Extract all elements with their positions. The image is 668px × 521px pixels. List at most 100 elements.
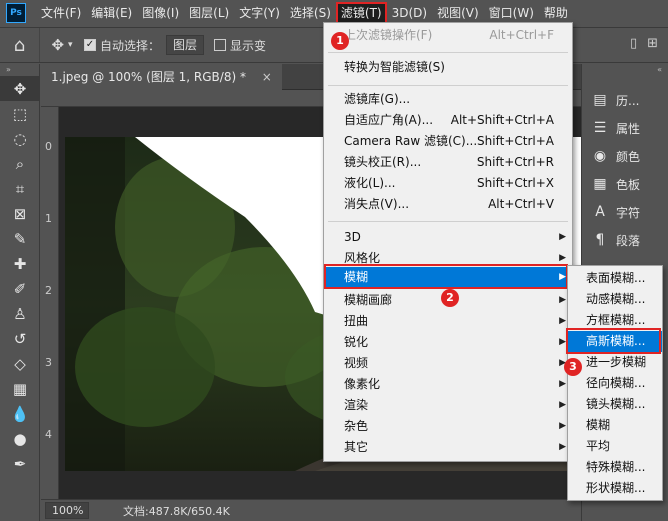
align-right-icon[interactable]: ▯ <box>630 36 637 51</box>
menu-item-label: 杂色 <box>344 419 369 433</box>
auto-select-label: 自动选择： <box>100 38 161 53</box>
menu-item-last-filter[interactable]: 上次滤镜操作(F) Alt+Ctrl+F <box>324 25 572 46</box>
auto-select-dropdown[interactable]: 图层 <box>166 35 205 55</box>
menu-filter[interactable]: 滤镜(T) <box>335 2 387 24</box>
collapse-panels-icon[interactable]: « <box>657 65 662 74</box>
menu-layer[interactable]: 图层(L) <box>184 2 234 24</box>
healing-brush-icon[interactable]: ✚ <box>0 251 40 276</box>
blur-tool-icon[interactable]: 💧 <box>0 401 40 426</box>
menu-window[interactable]: 窗口(W) <box>484 2 539 24</box>
document-size: 文档:487.8K/650.4K <box>123 505 230 518</box>
eraser-tool-icon[interactable]: ◇ <box>0 351 40 376</box>
menu-image[interactable]: 图像(I) <box>137 2 184 24</box>
menu-item-label: 像素化 <box>344 377 381 391</box>
menu-item-video[interactable]: 视频 ▶ <box>324 353 572 374</box>
submenu-item-blur[interactable]: 模糊 <box>568 415 662 436</box>
menu-item-vanishing-point[interactable]: 消失点(V)... Alt+Ctrl+V <box>324 194 572 215</box>
menu-type[interactable]: 文字(Y) <box>234 2 285 24</box>
menu-3d[interactable]: 3D(D) <box>387 2 432 24</box>
menu-item-convert-smart-filter[interactable]: 转换为智能滤镜(S) <box>324 57 572 78</box>
menu-item-distort[interactable]: 扭曲 ▶ <box>324 311 572 332</box>
menu-item-3d[interactable]: 3D ▶ <box>324 227 572 248</box>
panel-paragraph[interactable]: ¶ 段落 <box>592 228 640 252</box>
collapse-toolbar-icon[interactable]: » <box>0 64 39 76</box>
move-tool-icon[interactable]: ✥ <box>0 76 40 101</box>
menu-item-liquify[interactable]: 液化(L)... Shift+Ctrl+X <box>324 173 572 194</box>
stamp-tool-icon[interactable]: ♙ <box>0 301 40 326</box>
menu-item-noise[interactable]: 杂色 ▶ <box>324 416 572 437</box>
submenu-item-smart-blur[interactable]: 特殊模糊... <box>568 457 662 478</box>
submenu-item-shape-blur[interactable]: 形状模糊... <box>568 478 662 499</box>
menu-item-label: 其它 <box>344 440 369 454</box>
menu-item-lens-correction[interactable]: 镜头校正(R)... Shift+Ctrl+R <box>324 152 572 173</box>
dodge-tool-icon[interactable]: ● <box>0 426 40 451</box>
history-brush-icon[interactable]: ↺ <box>0 326 40 351</box>
submenu-arrow-icon: ▶ <box>559 421 566 431</box>
ruler-label: 4 <box>45 428 52 441</box>
menu-item-label: 液化(L)... <box>344 176 396 190</box>
vertical-ruler: 0 1 2 3 4 <box>41 107 59 499</box>
panel-paragraph-label: 段落 <box>616 233 641 248</box>
ruler-label: 3 <box>45 356 52 369</box>
menu-item-shortcut: Alt+Ctrl+V <box>488 197 554 211</box>
panel-character[interactable]: A 字符 <box>592 200 640 224</box>
menu-item-label: 锐化 <box>344 335 369 349</box>
gradient-tool-icon[interactable]: ▦ <box>0 376 40 401</box>
menu-file[interactable]: 文件(F) <box>36 2 86 24</box>
submenu-item-lens-blur[interactable]: 镜头模糊... <box>568 394 662 415</box>
align-icons: ▯ ⊞ <box>630 36 658 51</box>
menu-item-shortcut: Shift+Ctrl+R <box>476 155 554 169</box>
crop-tool-icon[interactable]: ⌗ <box>0 176 40 201</box>
pen-tool-icon[interactable]: ✒ <box>0 451 40 476</box>
close-tab-icon[interactable]: × <box>262 70 272 84</box>
panel-color[interactable]: ◉ 颜色 <box>592 144 640 168</box>
quick-select-tool-icon[interactable]: ⌕ <box>0 151 40 176</box>
panel-color-label: 颜色 <box>616 149 641 164</box>
home-icon[interactable]: ⌂ <box>0 28 40 62</box>
menu-view[interactable]: 视图(V) <box>432 2 484 24</box>
submenu-item-radial-blur[interactable]: 径向模糊... <box>568 373 662 394</box>
menu-item-camera-raw[interactable]: Camera Raw 滤镜(C)... Shift+Ctrl+A <box>324 131 572 152</box>
menu-item-pixelate[interactable]: 像素化 ▶ <box>324 374 572 395</box>
menu-item-sharpen[interactable]: 锐化 ▶ <box>324 332 572 353</box>
auto-select-checkbox[interactable]: ✓ <box>84 39 96 51</box>
blur-highlight-box <box>324 264 568 289</box>
menu-item-label: 模糊画廊 <box>344 293 393 307</box>
menu-help[interactable]: 帮助 <box>539 2 573 24</box>
menu-item-other[interactable]: 其它 ▶ <box>324 437 572 458</box>
panel-swatches-label: 色板 <box>616 177 641 192</box>
eyedropper-tool-icon[interactable]: ✎ <box>0 226 40 251</box>
menu-item-filter-gallery[interactable]: 滤镜库(G)... <box>324 89 572 110</box>
show-transform-label: 显示变 <box>230 38 267 53</box>
menu-separator <box>328 221 568 222</box>
menu-item-adaptive-wide-angle[interactable]: 自适应广角(A)... Alt+Shift+Ctrl+A <box>324 110 572 131</box>
menu-edit[interactable]: 编辑(E) <box>86 2 137 24</box>
move-tool-options-icon[interactable]: ✥ ▾ <box>40 36 84 54</box>
submenu-item-average[interactable]: 平均 <box>568 436 662 457</box>
menu-select[interactable]: 选择(S) <box>285 2 336 24</box>
panel-properties[interactable]: ☰ 属性 <box>592 116 640 140</box>
panel-history[interactable]: ▤ 历... <box>592 88 639 112</box>
brush-tool-icon[interactable]: ✐ <box>0 276 40 301</box>
ruler-label: 1 <box>45 212 52 225</box>
menu-item-label: Camera Raw 滤镜(C)... <box>344 134 478 148</box>
show-transform-checkbox[interactable] <box>214 39 227 51</box>
panel-history-label: 历... <box>616 93 640 108</box>
menu-item-label: 镜头校正(R)... <box>344 155 422 169</box>
frame-tool-icon[interactable]: ⊠ <box>0 201 40 226</box>
menu-item-render[interactable]: 渲染 ▶ <box>324 395 572 416</box>
distribute-icon[interactable]: ⊞ <box>647 36 658 51</box>
panel-swatches[interactable]: ▦ 色板 <box>592 172 640 196</box>
submenu-item-blur-more[interactable]: 进一步模糊 <box>568 352 662 373</box>
submenu-item-surface-blur[interactable]: 表面模糊... <box>568 268 662 289</box>
menu-item-label: 渲染 <box>344 398 369 412</box>
document-tab[interactable]: 1.jpeg @ 100% (图层 1, RGB/8) * × <box>41 64 282 90</box>
menu-item-label: 滤镜库(G)... <box>344 92 411 106</box>
lasso-tool-icon[interactable]: ◌ <box>0 126 40 151</box>
menu-item-label: 风格化 <box>344 251 381 265</box>
zoom-field[interactable]: 100% <box>45 502 89 519</box>
submenu-arrow-icon: ▶ <box>559 442 566 452</box>
tools-panel: » ✥ ⬚ ◌ ⌕ ⌗ ⊠ ✎ ✚ ✐ ♙ ↺ ◇ ▦ 💧 ● ✒ <box>0 64 40 521</box>
marquee-tool-icon[interactable]: ⬚ <box>0 101 40 126</box>
submenu-item-motion-blur[interactable]: 动感模糊... <box>568 289 662 310</box>
